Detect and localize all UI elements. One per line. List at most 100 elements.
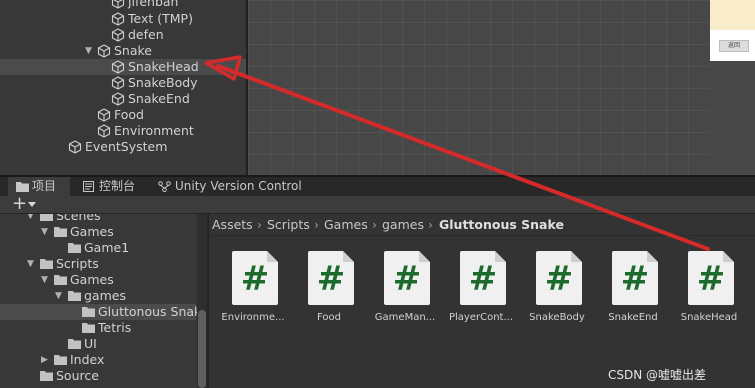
hierarchy-item-food[interactable]: Food [0,107,246,123]
tree-item-tetris[interactable]: Tetris [0,320,196,336]
csharp-script-icon: # [232,251,278,305]
breadcrumb-item-scripts[interactable]: Scripts [267,214,310,236]
gameobject-icon [111,0,125,9]
breadcrumb: Assets › Scripts › Games › games › Glutt… [209,214,755,236]
hierarchy-item-snakeend[interactable]: SnakeEnd [0,91,246,107]
folder-icon [68,339,81,349]
tree-item-scripts[interactable]: ▼ Scripts [0,256,196,272]
hierarchy-item-eventsystem[interactable]: EventSystem [0,139,246,155]
create-dropdown-button[interactable]: + [12,195,42,214]
game-back-button[interactable]: 返回 [719,40,749,52]
tree-item-gluttonous-snake[interactable]: Gluttonous Snak [0,304,201,320]
tree-item-label: games [84,288,126,303]
expand-arrow-icon[interactable]: ▼ [41,272,48,288]
gameobject-icon [68,140,82,154]
tab-label: 控制台 [99,179,136,193]
asset-item[interactable]: # SnakeHead [673,248,745,328]
hierarchy-item-jifenban[interactable]: jifenban [0,0,246,10]
tree-item-label: Index [70,352,105,367]
asset-name: Food [317,312,341,323]
game-view-panel [710,0,755,30]
expand-arrow-icon[interactable]: ▼ [41,224,48,240]
csharp-script-icon: # [536,251,582,305]
tab-label: Unity Version Control [175,179,302,193]
tree-item-index[interactable]: ▶ Index [0,352,196,368]
tree-item-label: Scripts [56,256,99,271]
folder-icon [82,307,95,317]
tab-label: 项目 [32,179,57,193]
asset-item[interactable]: # SnakeEnd [597,248,669,328]
folder-icon [68,243,81,253]
hierarchy-item-snakebody[interactable]: SnakeBody [0,75,246,91]
hierarchy-item-defen[interactable]: defen [0,27,246,43]
tab-version-control[interactable]: Unity Version Control [155,177,315,196]
breadcrumb-separator-icon: › [372,217,377,232]
hierarchy-item-label: Text (TMP) [128,11,193,26]
folder-icon [54,227,67,237]
folder-icon [82,323,95,333]
expand-arrow-icon[interactable]: ▼ [27,214,34,224]
hierarchy-item-label: EventSystem [85,139,168,154]
asset-item[interactable]: # SnakeBody [521,248,593,328]
gameobject-icon [111,12,125,26]
hierarchy-panel: jifenban Text (TMP) defen ▼ Snake SnakeH… [0,0,246,175]
tree-item-ui[interactable]: UI [0,336,196,352]
expand-arrow-icon[interactable]: ▼ [55,288,62,304]
expand-arrow-icon[interactable]: ▼ [27,256,34,272]
game-view[interactable]: 返回 [710,0,755,61]
folder-icon [16,182,29,192]
hierarchy-item-label: Environment [114,123,194,138]
breadcrumb-item-games-lower[interactable]: games [382,214,424,236]
hierarchy-item-snakehead[interactable]: SnakeHead [0,59,246,75]
asset-item[interactable]: # GameMan... [369,248,441,328]
expand-arrow-icon[interactable]: ▶ [41,352,48,368]
asset-item[interactable]: # Environme... [217,248,289,328]
tree-item-game1[interactable]: Game1 [0,240,196,256]
hierarchy-item-snake[interactable]: ▼ Snake [0,43,246,59]
tree-item-scenes[interactable]: ▼ Scenes [0,214,196,224]
scrollbar-thumb[interactable] [198,310,206,388]
tree-item-games-lower[interactable]: ▼ games [0,288,196,304]
gameobject-icon [111,92,125,106]
breadcrumb-item-assets[interactable]: Assets [212,214,253,236]
folder-tree: ▼ Scenes ▼ Games Game1 ▼ Scripts ▼ Games… [0,214,207,388]
tree-item-scripts-games[interactable]: ▼ Games [0,272,196,288]
asset-name: SnakeBody [529,312,585,323]
hash-glyph: # [621,259,650,299]
csharp-script-icon: # [612,251,658,305]
hierarchy-item-environment[interactable]: Environment [0,123,246,139]
tree-item-label: Tetris [98,320,132,335]
hash-glyph: # [317,259,346,299]
expand-arrow-icon[interactable]: ▼ [85,43,92,59]
asset-name: SnakeHead [680,312,738,323]
project-tab-bar: 项目 控制台 Unity Version Control [0,177,755,196]
csharp-script-icon: # [308,251,354,305]
watermark: CSDN @嘘嘘出差 [608,368,707,382]
tree-item-label: Gluttonous Snak [98,304,202,319]
scene-view[interactable] [248,0,710,175]
breadcrumb-separator-icon: › [257,217,262,232]
hierarchy-item-label: Food [114,107,144,122]
folder-icon [54,275,67,285]
folder-icon [40,214,53,221]
csharp-script-icon: # [384,251,430,305]
breadcrumb-item-games[interactable]: Games [324,214,368,236]
hash-glyph: # [545,259,574,299]
gameobject-icon [111,60,125,74]
hierarchy-item-label: Snake [114,43,153,58]
chevron-down-icon [28,202,36,207]
asset-item[interactable]: # PlayerCont... [445,248,517,328]
tree-scrollbar[interactable] [197,214,207,388]
tree-item-source[interactable]: Source [0,368,196,384]
tree-item-label: UI [84,336,97,351]
asset-name: GameMan... [374,312,436,323]
breadcrumb-item-current[interactable]: Gluttonous Snake [439,214,564,236]
hierarchy-item-text-tmp[interactable]: Text (TMP) [0,11,246,27]
tree-item-label: Games [70,224,114,239]
folder-icon [40,371,53,381]
tree-item-games[interactable]: ▼ Games [0,224,196,240]
tab-console[interactable]: 控制台 [80,177,146,196]
folder-icon [40,259,53,269]
asset-item[interactable]: # Food [293,248,365,328]
csharp-script-icon: # [688,251,734,305]
